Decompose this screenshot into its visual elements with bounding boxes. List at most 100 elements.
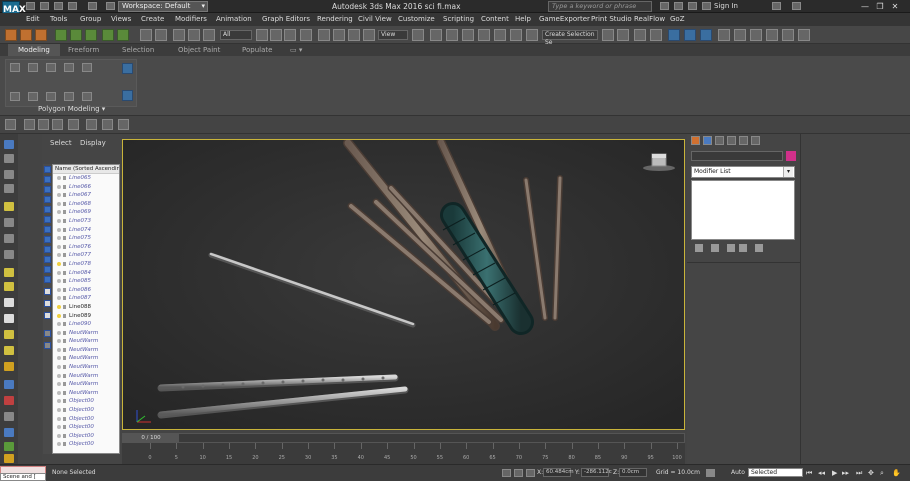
time-slider-track[interactable]: 0 / 100 [122, 433, 685, 443]
project-folder-icon[interactable] [106, 2, 115, 10]
shape-panel-icon[interactable] [4, 170, 14, 179]
angle-snap-toggle-icon[interactable] [478, 29, 490, 41]
menu-print-studio[interactable]: Print Studio [591, 15, 632, 23]
list-item[interactable]: Line084 [53, 269, 119, 278]
display-shapes-icon[interactable] [38, 119, 49, 130]
list-item[interactable]: Line086 [53, 286, 119, 295]
menu-content[interactable]: Content [481, 15, 509, 23]
display-geometry-icon[interactable] [24, 119, 35, 130]
helper-icon[interactable] [4, 234, 14, 243]
menu-customize[interactable]: Customize [398, 15, 435, 23]
filter-groups-icon[interactable] [44, 226, 51, 233]
render-cloud-icon[interactable] [798, 29, 810, 41]
selection-filter-dropdown[interactable]: All [220, 30, 252, 40]
select-by-name-icon[interactable] [270, 29, 282, 41]
render-setup-icon[interactable] [734, 29, 746, 41]
display-tab-icon[interactable] [739, 136, 748, 145]
display-cameras-icon[interactable] [68, 119, 79, 130]
window-crossing-icon[interactable] [300, 29, 312, 41]
system-icon[interactable] [4, 412, 14, 421]
list-item[interactable]: Line085 [53, 277, 119, 286]
tab-freeform[interactable]: Freeform [58, 44, 109, 56]
menu-civil-view[interactable]: Civil View [358, 15, 392, 23]
pin-stack-tool-icon[interactable] [695, 244, 703, 252]
filter-shapes-icon[interactable] [44, 176, 51, 183]
modifier-list-dropdown[interactable]: Modifier List [691, 166, 795, 178]
absolute-mode-icon[interactable] [526, 469, 535, 477]
omni-light-icon[interactable] [4, 282, 14, 291]
list-item[interactable]: Object00 [53, 440, 119, 449]
graphite-icon[interactable] [117, 29, 129, 41]
bulb-icon[interactable] [4, 454, 14, 463]
key-mode-icon[interactable] [706, 469, 715, 477]
sign-in-link[interactable]: Sign In [714, 2, 738, 10]
display-none-icon[interactable] [44, 300, 51, 307]
list-item[interactable]: Line090 [53, 320, 119, 329]
manipulate-icon[interactable] [430, 29, 442, 41]
layer-icon[interactable] [102, 29, 114, 41]
snap-toggle-icon[interactable] [5, 29, 17, 41]
workspace-dropdown[interactable]: Workspace: Default [118, 1, 208, 12]
list-item[interactable]: Line067 [53, 191, 119, 200]
unlink-icon[interactable] [188, 29, 200, 41]
menu-views[interactable]: Views [111, 15, 131, 23]
filter-lights-icon[interactable] [44, 186, 51, 193]
menu-create[interactable]: Create [141, 15, 164, 23]
time-slider[interactable]: 0 / 100 [123, 434, 179, 442]
graphite-toggle-icon[interactable] [668, 29, 680, 41]
mirror-icon[interactable] [70, 29, 82, 41]
prev-modifier-icon[interactable] [28, 92, 38, 101]
modify-mode-icon[interactable] [10, 92, 20, 101]
filter-containers-icon[interactable] [44, 256, 51, 263]
previous-frame-icon[interactable]: ◂◂ [818, 469, 825, 477]
named-selection-dropdown[interactable]: Create Selection Se [542, 30, 598, 46]
isolate-icon[interactable] [514, 469, 523, 477]
lock-selection-icon[interactable] [502, 469, 511, 477]
find-icon[interactable] [44, 342, 51, 349]
menu-graph-editors[interactable]: Graph Editors [262, 15, 310, 23]
filter-xrefs-icon[interactable] [44, 236, 51, 243]
utilities-tab-icon[interactable] [751, 136, 760, 145]
edge-icon[interactable] [28, 63, 38, 72]
rendered-frame-icon[interactable] [750, 29, 762, 41]
camera-icon[interactable] [4, 218, 14, 227]
list-item[interactable]: Object00 [53, 432, 119, 441]
move-icon[interactable] [318, 29, 330, 41]
list-item[interactable]: Line066 [53, 183, 119, 192]
filter-helpers-icon[interactable] [44, 206, 51, 213]
layers-icon[interactable] [4, 428, 14, 437]
scene-object-list[interactable]: Name (Sorted Ascending) Line065 Line066 Li… [52, 164, 120, 454]
ribbon-options-icon[interactable]: ▭ ▾ [280, 44, 312, 56]
x-coordinate-field[interactable]: 60.484cm [543, 468, 574, 477]
name-column-header[interactable]: Name (Sorted Ascending) [53, 165, 119, 174]
track-bar-toggle[interactable] [122, 443, 142, 464]
list-item[interactable]: Line069 [53, 208, 119, 217]
key-filter-selected-dropdown[interactable]: Selected [748, 468, 803, 477]
curve-editor-icon[interactable] [684, 29, 696, 41]
list-item[interactable]: NeutWarm [53, 372, 119, 381]
align-toolbar-icon[interactable] [617, 29, 629, 41]
select-mode-icon[interactable] [4, 140, 14, 149]
sun-icon[interactable] [4, 268, 14, 277]
list-item[interactable]: Line073 [53, 217, 119, 226]
bind-spacewarp-icon[interactable] [203, 29, 215, 41]
menu-tools[interactable]: Tools [50, 15, 67, 23]
select-object-icon[interactable] [256, 29, 268, 41]
display-filter-icon[interactable] [5, 119, 16, 130]
menu-help[interactable]: Help [515, 15, 531, 23]
menu-group[interactable]: Group [80, 15, 101, 23]
list-item[interactable]: NeutWarm [53, 363, 119, 372]
help-icon[interactable] [792, 2, 801, 10]
material-editor-icon[interactable] [718, 29, 730, 41]
close-button[interactable]: ✕ [880, 0, 910, 13]
particle-icon[interactable] [4, 396, 14, 405]
menu-rendering[interactable]: Rendering [317, 15, 353, 23]
toggle-command-panel-icon[interactable] [122, 63, 133, 74]
link-icon[interactable] [173, 29, 185, 41]
edit-named-sel-icon[interactable] [526, 29, 538, 41]
target-light-icon[interactable] [4, 330, 14, 339]
list-item[interactable]: NeutWarm [53, 337, 119, 346]
place-icon[interactable] [363, 29, 375, 41]
tab-display[interactable]: Display [80, 139, 106, 147]
sphere-icon[interactable] [4, 298, 14, 307]
